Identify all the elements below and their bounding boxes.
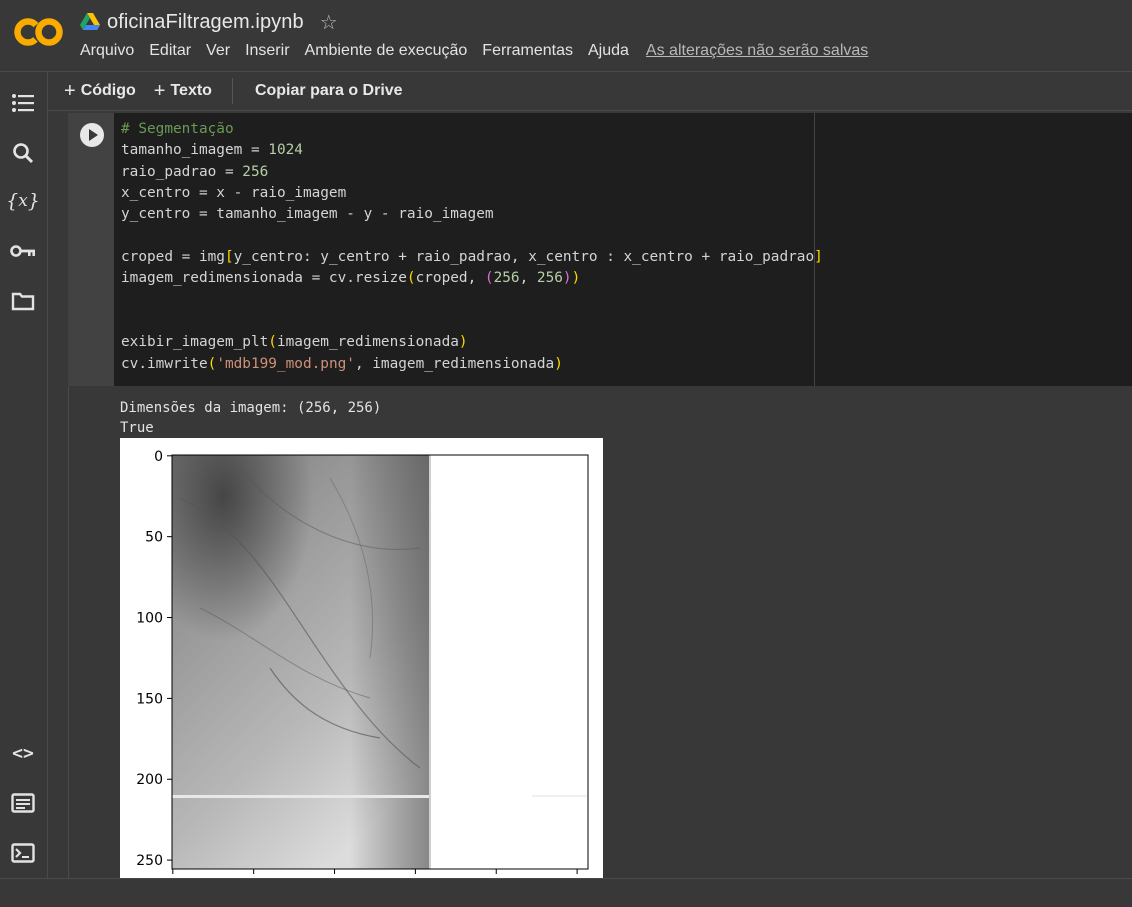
left-sidebar: {x} <> xyxy=(0,72,48,878)
unsaved-changes-link[interactable]: As alterações não serão salvas xyxy=(646,42,868,60)
code-content[interactable]: # Segmentação tamanho_imagem = 1024 raio… xyxy=(121,119,823,375)
output-gutter xyxy=(68,387,115,878)
code-line-2: tamanho_imagem = 1024 xyxy=(121,142,303,159)
notebook-title[interactable]: oficinaFiltragem.ipynb xyxy=(107,11,304,34)
menu-ambiente-execucao[interactable]: Ambiente de execução xyxy=(305,42,468,60)
add-text-button[interactable]: + Texto xyxy=(154,80,212,103)
menu-arquivo[interactable]: Arquivo xyxy=(80,42,134,60)
cell-gutter xyxy=(68,113,114,386)
menu-ver[interactable]: Ver xyxy=(206,42,230,60)
menu-ajuda[interactable]: Ajuda xyxy=(588,42,629,60)
image-content xyxy=(172,455,587,869)
header: oficinaFiltragem.ipynb ☆ Arquivo Editar … xyxy=(0,0,1132,72)
menu-bar: Arquivo Editar Ver Inserir Ambiente de e… xyxy=(80,42,883,60)
plus-icon: + xyxy=(153,79,166,102)
menu-ferramentas[interactable]: Ferramentas xyxy=(482,42,573,60)
variables-icon[interactable]: {x} xyxy=(6,188,40,214)
code-line-11: exibir_imagem_plt(imagem_redimensionada) xyxy=(121,334,468,351)
star-icon[interactable]: ☆ xyxy=(320,10,338,35)
menu-editar[interactable]: Editar xyxy=(149,42,191,60)
y-tick-label: 100 xyxy=(136,611,163,627)
output-line-dimensions: Dimensões da imagem: (256, 256) xyxy=(120,400,382,416)
add-text-label: Texto xyxy=(170,82,212,99)
google-drive-icon xyxy=(80,13,100,30)
search-icon[interactable] xyxy=(10,140,36,166)
y-tick-label: 150 xyxy=(136,691,163,707)
menu-inserir[interactable]: Inserir xyxy=(245,42,289,60)
notebook-toolbar: + Código + Texto Copiar para o Drive xyxy=(48,72,1132,111)
terminal-icon[interactable] xyxy=(10,840,36,866)
y-tick-label: 50 xyxy=(145,530,163,546)
copy-to-drive-button[interactable]: Copiar para o Drive xyxy=(255,82,403,100)
image-plot: 0 50 100 150 200 250 xyxy=(120,438,603,878)
output-line-true: True xyxy=(120,420,154,436)
output-text: Dimensões da imagem: (256, 256) True xyxy=(120,398,381,438)
add-code-button[interactable]: + Código xyxy=(64,80,136,103)
bottom-status-bar xyxy=(0,878,1132,907)
add-code-label: Código xyxy=(80,82,136,99)
copy-to-drive-label: Copiar para o Drive xyxy=(254,82,403,99)
plot-svg: 0 50 100 150 200 250 xyxy=(136,449,589,874)
code-line-8: imagem_redimensionada = cv.resize(croped… xyxy=(121,270,581,287)
folder-icon[interactable] xyxy=(10,288,36,314)
code-line-12: cv.imwrite('mdb199_mod.png', imagem_redi… xyxy=(121,355,563,372)
toc-icon[interactable] xyxy=(10,90,36,116)
code-line-4: x_centro = x - raio_imagem xyxy=(121,185,347,202)
code-line-1: # Segmentação xyxy=(121,121,234,137)
title-row: oficinaFiltragem.ipynb ☆ xyxy=(80,8,338,36)
colab-logo[interactable] xyxy=(14,13,64,51)
code-line-5: y_centro = tamanho_imagem - y - raio_ima… xyxy=(121,206,494,223)
y-tick-label: 0 xyxy=(154,449,163,465)
plus-icon: + xyxy=(64,79,76,102)
command-palette-icon[interactable] xyxy=(10,790,36,816)
code-snippets-icon[interactable]: <> xyxy=(10,740,36,766)
y-axis: 0 50 100 150 200 250 xyxy=(136,449,172,869)
key-icon[interactable] xyxy=(10,238,36,264)
code-line-7: croped = img[y_centro: y_centro + raio_p… xyxy=(121,249,823,266)
toolbar-divider xyxy=(231,78,233,104)
x-axis xyxy=(172,869,578,874)
y-tick-label: 250 xyxy=(136,853,163,869)
code-line-3: raio_padrao = 256 xyxy=(121,163,269,180)
y-tick-label: 200 xyxy=(136,772,163,788)
run-cell-button[interactable] xyxy=(80,123,104,147)
